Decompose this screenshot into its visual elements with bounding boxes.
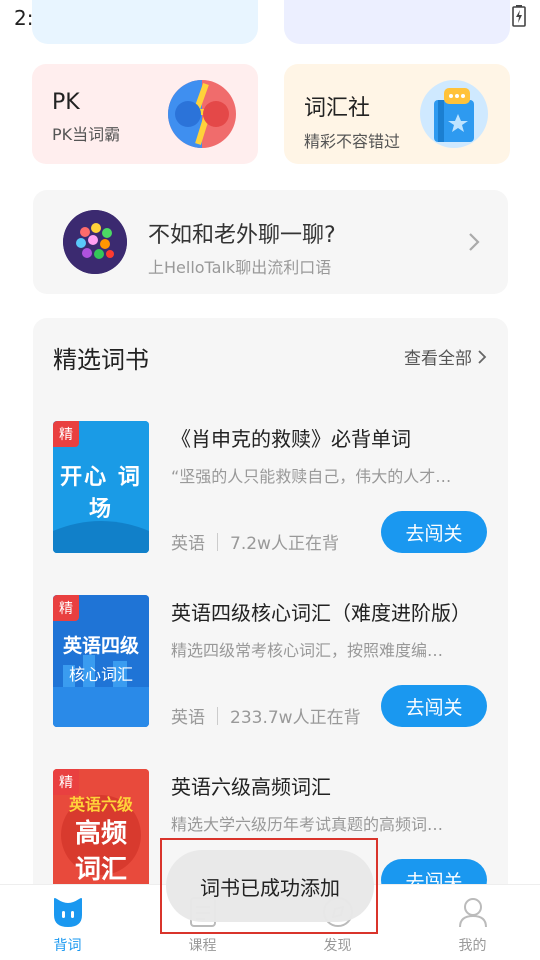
- book-item[interactable]: 英语四级 核心词汇 精 英语四级核心词汇（难度进阶版） 精选四级常考核心词汇，按…: [53, 595, 493, 729]
- start-challenge-button[interactable]: 去闯关: [381, 685, 487, 727]
- cover-subtitle-2: 词汇: [74, 855, 127, 885]
- hellotalk-card[interactable]: 不如和老外聊一聊? 上HelloTalk聊出流利口语: [33, 190, 508, 294]
- book-cover: 开心 词场 精: [53, 421, 149, 553]
- tab-recite[interactable]: 背词: [0, 885, 135, 960]
- featured-badge: 精: [53, 595, 79, 621]
- book-description: 精选四级常考核心词汇，按照难度编…: [171, 641, 444, 660]
- book-language: 英语: [171, 708, 205, 728]
- tab-label: 我的: [458, 938, 487, 954]
- cover-subtitle: 高频: [74, 819, 127, 849]
- chevron-right-icon: [478, 349, 487, 364]
- recite-icon: [53, 898, 82, 927]
- divider: [217, 706, 218, 725]
- chevron-right-icon: [469, 233, 480, 251]
- featured-badge: 精: [53, 421, 79, 447]
- tab-profile[interactable]: 我的: [405, 885, 540, 960]
- view-all-label: 查看全部: [404, 349, 472, 369]
- toast-highlight-frame: [160, 838, 378, 934]
- book-meta: 英语 7.2w人正在背: [171, 529, 339, 554]
- book-language: 英语: [171, 534, 205, 554]
- divider: [217, 532, 218, 551]
- book-description: “坚强的人只能救赎自己，伟大的人才…: [171, 467, 452, 486]
- featured-badge: 精: [53, 769, 79, 795]
- view-all-link[interactable]: 查看全部: [404, 344, 488, 369]
- book-meta: 英语 233.7w人正在背: [171, 703, 361, 728]
- cover-subtitle: 核心词汇: [68, 665, 133, 684]
- book-name: 英语六级高频词汇: [171, 775, 331, 799]
- tab-label: 发现: [323, 938, 352, 954]
- hellotalk-logo-icon: [63, 210, 127, 274]
- book-name: 《肖申克的救赎》必背单词: [171, 427, 411, 451]
- hellotalk-subtitle: 上HelloTalk聊出流利口语: [148, 258, 332, 277]
- book-description: 精选大学六级历年考试真题的高频词…: [171, 815, 444, 834]
- book-cover: 英语六级 高频 词汇 精: [53, 769, 149, 901]
- hellotalk-title: 不如和老外聊一聊?: [148, 223, 336, 248]
- section-title: 精选词书: [53, 346, 149, 374]
- top-card-left[interactable]: [32, 0, 258, 44]
- book-learners: 7.2w人正在背: [230, 534, 339, 554]
- tab-label: 课程: [188, 938, 217, 954]
- tab-label: 背词: [53, 938, 82, 954]
- pk-card[interactable]: PK PK当词霸: [32, 64, 258, 164]
- pk-boxing-icon: [168, 80, 236, 148]
- book-item[interactable]: 开心 词场 精 《肖申克的救赎》必背单词 “坚强的人只能救赎自己，伟大的人才… …: [53, 421, 493, 555]
- profile-icon: [458, 898, 487, 928]
- book-learners: 233.7w人正在背: [230, 708, 361, 728]
- vocab-club-card[interactable]: 词汇社 精彩不容错过: [284, 64, 510, 164]
- book-chat-icon: [420, 80, 488, 148]
- cover-title: 英语四级: [62, 635, 139, 657]
- start-challenge-button[interactable]: 去闯关: [381, 511, 487, 553]
- cover-title: 开心 词场: [60, 465, 142, 522]
- book-cover: 英语四级 核心词汇 精: [53, 595, 149, 727]
- top-card-right[interactable]: [284, 0, 510, 44]
- battery-icon: [512, 5, 526, 31]
- book-name: 英语四级核心词汇（难度进阶版）: [171, 601, 471, 625]
